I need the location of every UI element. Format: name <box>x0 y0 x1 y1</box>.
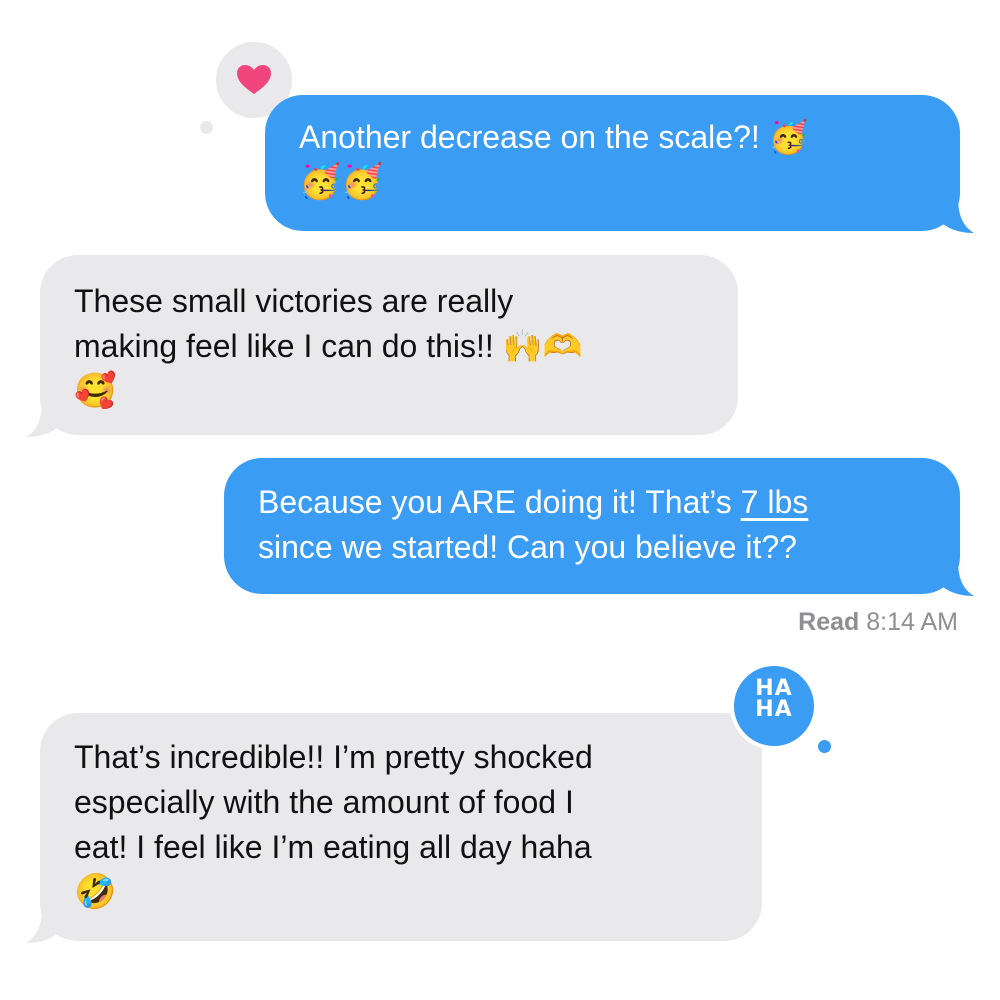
bubble-tail <box>938 560 974 596</box>
message-text: These small victories are really <box>74 283 514 319</box>
read-receipt: Read 8:14 AM <box>798 608 958 637</box>
sent-message-bubble[interactable]: Another decrease on the scale?! 🥳 🥳🥳 <box>265 95 974 233</box>
tapback-haha-tail-dot <box>818 740 831 753</box>
haha-text-line: HA <box>755 697 793 722</box>
smiling-face-with-hearts-emoji: 🥰 <box>74 371 117 411</box>
bubble-tail <box>938 197 974 233</box>
tapback-haha[interactable]: HA HA <box>730 662 818 750</box>
message-text-line: making feel like I can do this!! 🙌🫶 <box>74 324 738 369</box>
message-text: eat! I feel like I’m eating all day haha <box>74 829 592 865</box>
message-text: Because you ARE doing it! That’s <box>258 484 741 520</box>
haha-icon: HA HA <box>734 676 814 722</box>
partying-face-emoji: 🥳 <box>768 118 809 156</box>
message-text: especially with the amount of food I <box>74 784 574 820</box>
received-message-bubble[interactable]: These small victories are really making … <box>26 255 738 437</box>
message-text-line: Another decrease on the scale?! 🥳 <box>299 115 960 160</box>
bubble-tail <box>26 401 62 437</box>
haha-text-line: HA <box>755 676 793 701</box>
read-label: Read <box>798 608 860 636</box>
partying-face-emoji-row: 🥳🥳 <box>299 162 384 202</box>
tapback-heart-tail-dot <box>200 121 213 134</box>
rolling-laughing-emoji: 🤣 <box>74 872 117 912</box>
message-text: Another decrease on the scale?! <box>299 119 760 155</box>
message-text: making feel like I can do this!! <box>74 328 494 364</box>
message-text: since we started! Can you believe it?? <box>258 529 797 565</box>
message-text: That’s incredible!! I’m pretty shocked <box>74 739 593 775</box>
read-time: 8:14 AM <box>866 608 958 636</box>
received-message-bubble[interactable]: That’s incredible!! I’m pretty shocked e… <box>26 713 762 943</box>
bubble-tail <box>26 907 62 943</box>
raised-hands-heart-hands-emoji: 🙌🫶 <box>502 327 583 365</box>
message-text-line: Because you ARE doing it! That’s 7 lbs <box>258 480 960 525</box>
sent-message-bubble[interactable]: Because you ARE doing it! That’s 7 lbs s… <box>224 458 974 596</box>
data-detector-link[interactable]: 7 lbs <box>741 484 809 520</box>
